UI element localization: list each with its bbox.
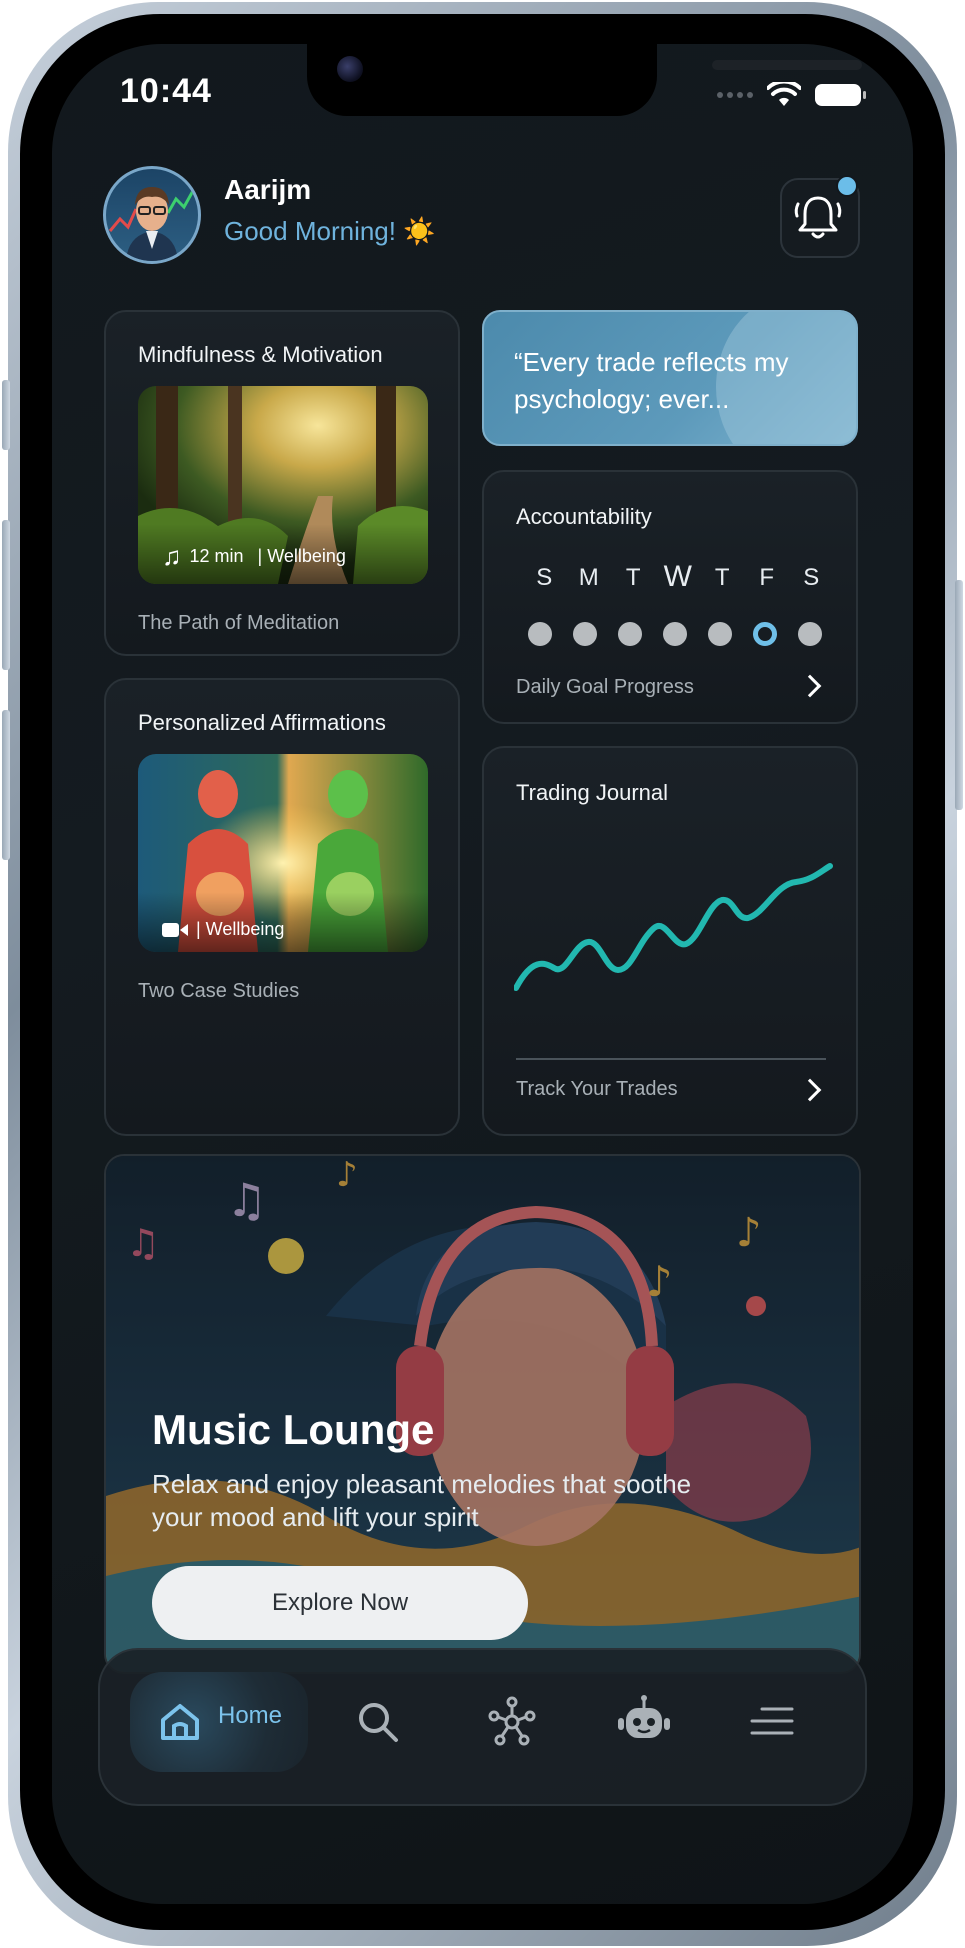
case-studies-image: | Wellbeing: [138, 754, 428, 952]
tab-home[interactable]: Home: [130, 1672, 308, 1772]
video-caption: | Wellbeing: [162, 919, 284, 940]
speaker: [712, 60, 862, 70]
music-lounge-card[interactable]: ♫ ♪ ♪ ♫ ♪ Music Lounge Relax and enjoy p…: [104, 1154, 861, 1674]
affirmations-card[interactable]: Personalized Affirmations | Wellbeing Tw…: [104, 678, 460, 1136]
explore-now-button[interactable]: Explore Now: [152, 1566, 528, 1640]
progress-dot[interactable]: [798, 622, 822, 646]
menu-icon[interactable]: [748, 1704, 794, 1738]
notification-badge: [836, 175, 858, 197]
weekday-row: S M T W T F S: [522, 560, 834, 594]
card-title: Accountability: [516, 504, 652, 529]
status-icons: [717, 82, 866, 108]
forest-path-image: ♫ 12 min | Wellbeing: [138, 386, 428, 584]
music-lounge-description: Relax and enjoy pleasant melodies that s…: [152, 1469, 692, 1532]
tab-home-label: Home: [218, 1702, 283, 1729]
power-button: [955, 580, 963, 810]
mute-switch: [2, 380, 10, 450]
music-note-icon: ♫: [162, 541, 182, 571]
audio-caption: ♫ 12 min | Wellbeing: [162, 541, 346, 572]
signal-icon: [717, 92, 753, 98]
card-title: Trading Journal: [516, 780, 669, 805]
volume-up-button: [2, 520, 10, 670]
mindfulness-card[interactable]: Mindfulness & Motivation ♫ 12 min | Well…: [104, 310, 460, 656]
quote-card[interactable]: “Every trade reflects my psychology; eve…: [482, 310, 858, 446]
progress-dot-active[interactable]: [753, 622, 777, 646]
weekday-label: W: [663, 560, 692, 593]
volume-down-button: [2, 710, 10, 860]
weekday-label: M: [578, 564, 599, 591]
weekday-label: T: [714, 564, 730, 591]
progress-dots: [528, 622, 822, 646]
progress-dot[interactable]: [663, 622, 687, 646]
card-footer: Daily Goal Progress: [516, 676, 694, 698]
category-label: | Wellbeing: [257, 546, 346, 566]
music-lounge-title: Music Lounge: [152, 1406, 435, 1453]
card-subtitle: Two Case Studies: [138, 980, 300, 1002]
user-name: Aarijm: [224, 174, 312, 205]
chevron-right-icon[interactable]: [798, 674, 822, 698]
avatar-portrait: [108, 187, 196, 261]
trading-journal-card[interactable]: Trading Journal Track Your Trades: [482, 746, 858, 1136]
greeting-text: Good Morning! ☀️: [224, 216, 436, 246]
card-title: Personalized Affirmations: [138, 710, 386, 735]
progress-dot[interactable]: [528, 622, 552, 646]
trend-line-chart: [514, 863, 833, 991]
weekday-label: T: [625, 564, 641, 591]
network-icon[interactable]: [486, 1696, 538, 1748]
battery-icon: [815, 84, 866, 106]
weekday-label: F: [759, 564, 775, 591]
duration-label: 12 min: [189, 546, 244, 566]
status-time: 10:44: [120, 72, 212, 110]
progress-dot[interactable]: [618, 622, 642, 646]
card-subtitle: The Path of Meditation: [138, 612, 340, 634]
search-icon[interactable]: [356, 1700, 400, 1744]
weekday-label: S: [536, 564, 553, 591]
progress-dot[interactable]: [573, 622, 597, 646]
dynamic-island: [307, 44, 862, 116]
chevron-right-icon[interactable]: [798, 1078, 822, 1102]
card-title: Mindfulness & Motivation: [138, 342, 383, 367]
robot-icon[interactable]: [616, 1694, 672, 1746]
progress-dot[interactable]: [708, 622, 732, 646]
video-icon: [162, 922, 188, 937]
screen: 10:44 Aarijm Good Morning! ☀️ Mindfulnes…: [52, 44, 913, 1904]
accountability-card[interactable]: Accountability Daily Goal Progress: [482, 470, 858, 724]
bottom-tab-bar: Home: [98, 1648, 867, 1806]
category-label: | Wellbeing: [196, 919, 285, 939]
home-icon: [161, 1704, 199, 1740]
card-footer: Track Your Trades: [516, 1078, 678, 1100]
divider: [516, 1058, 826, 1060]
wifi-icon: [767, 82, 801, 106]
avatar[interactable]: [103, 166, 201, 264]
weekday-label: S: [803, 564, 820, 591]
front-camera: [337, 56, 363, 82]
quote-text: “Every trade reflects my psychology; eve…: [514, 347, 789, 414]
